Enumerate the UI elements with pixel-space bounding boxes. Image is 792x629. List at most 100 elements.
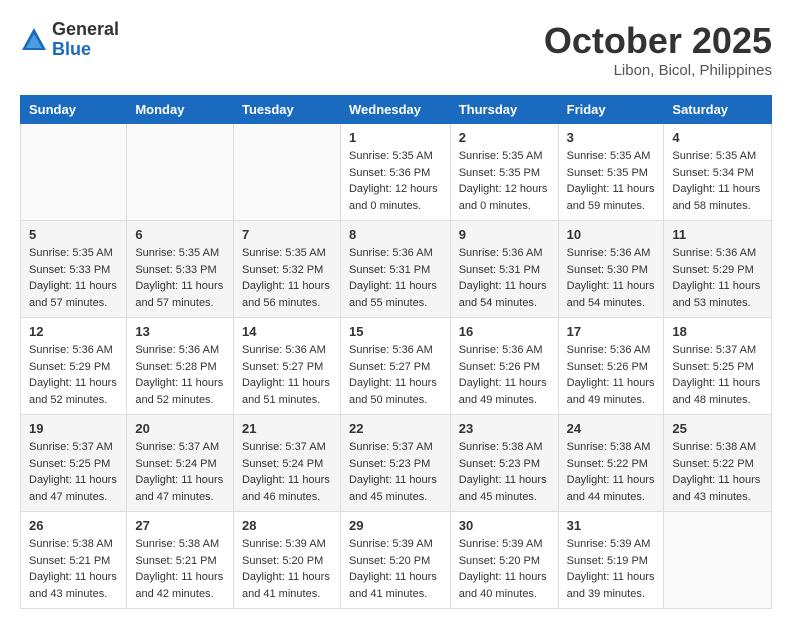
day-number-8: 8	[349, 227, 442, 242]
header-sunday: Sunday	[21, 96, 127, 124]
day-info-23: Sunrise: 5:38 AMSunset: 5:23 PMDaylight:…	[459, 439, 550, 505]
day-number-14: 14	[242, 324, 332, 339]
day-number-22: 22	[349, 421, 442, 436]
calendar-cell-w1-d2: 7 Sunrise: 5:35 AMSunset: 5:32 PMDaylight…	[233, 221, 340, 318]
day-info-16: Sunrise: 5:36 AMSunset: 5:26 PMDaylight:…	[459, 342, 550, 408]
day-number-31: 31	[567, 518, 656, 533]
day-number-24: 24	[567, 421, 656, 436]
calendar-cell-w0-d5: 3Sunrise: 5:35 AMSunset: 5:35 PMDaylight…	[558, 124, 664, 221]
calendar-cell-w4-d3: 29Sunrise: 5:39 AMSunset: 5:20 PMDayligh…	[340, 512, 450, 609]
day-number-10: 10	[567, 227, 656, 242]
header-wednesday: Wednesday	[340, 96, 450, 124]
day-info-19: Sunrise: 5:37 AMSunset: 5:25 PMDaylight:…	[29, 439, 118, 505]
day-info-31: Sunrise: 5:39 AMSunset: 5:19 PMDaylight:…	[567, 536, 656, 602]
calendar-cell-w0-d1	[127, 124, 234, 221]
day-info-15: Sunrise: 5:36 AMSunset: 5:27 PMDaylight:…	[349, 342, 442, 408]
month-title: October 2025	[544, 20, 772, 62]
day-info-10: Sunrise: 5:36 AMSunset: 5:30 PMDaylight:…	[567, 245, 656, 311]
day-info-5: Sunrise: 5:35 AMSunset: 5:33 PMDaylight:…	[29, 245, 118, 311]
calendar-cell-w3-d1: 20 Sunrise: 5:37 AMSunset: 5:24 PMDayligh…	[127, 415, 234, 512]
day-info-21: Sunrise: 5:37 AMSunset: 5:24 PMDaylight:…	[242, 439, 332, 505]
week-row-1: 5Sunrise: 5:35 AMSunset: 5:33 PMDaylight…	[21, 221, 772, 318]
day-number-3: 3	[567, 130, 656, 145]
day-info-7: Sunrise: 5:35 AMSunset: 5:32 PMDaylight:…	[242, 245, 332, 311]
day-info-13: Sunrise: 5:36 AMSunset: 5:28 PMDaylight:…	[135, 342, 225, 408]
day-info-18: Sunrise: 5:37 AMSunset: 5:25 PMDaylight:…	[672, 342, 763, 408]
calendar-cell-w4-d6	[664, 512, 772, 609]
calendar-cell-w1-d1: 6 Sunrise: 5:35 AMSunset: 5:33 PMDaylight…	[127, 221, 234, 318]
logo-icon	[20, 26, 48, 54]
day-number-4: 4	[672, 130, 763, 145]
day-info-24: Sunrise: 5:38 AMSunset: 5:22 PMDaylight:…	[567, 439, 656, 505]
day-number-12: 12	[29, 324, 118, 339]
day-number-7: 7	[242, 227, 332, 242]
calendar-cell-w4-d0: 26 Sunrise: 5:38 AMSunset: 5:21 PMDayligh…	[21, 512, 127, 609]
day-number-1: 1	[349, 130, 442, 145]
day-number-23: 23	[459, 421, 550, 436]
day-number-6: 6	[135, 227, 225, 242]
day-info-26: Sunrise: 5:38 AMSunset: 5:21 PMDaylight:…	[29, 536, 118, 602]
day-number-16: 16	[459, 324, 550, 339]
calendar-cell-w2-d1: 13 Sunrise: 5:36 AMSunset: 5:28 PMDayligh…	[127, 318, 234, 415]
day-info-30: Sunrise: 5:39 AMSunset: 5:20 PMDaylight:…	[459, 536, 550, 602]
logo-blue: Blue	[52, 40, 119, 60]
calendar-cell-w1-d4: 9 Sunrise: 5:36 AMSunset: 5:31 PMDaylight…	[450, 221, 558, 318]
day-info-9: Sunrise: 5:36 AMSunset: 5:31 PMDaylight:…	[459, 245, 550, 311]
calendar-cell-w2-d3: 15Sunrise: 5:36 AMSunset: 5:27 PMDayligh…	[340, 318, 450, 415]
location: Libon, Bicol, Philippines	[544, 62, 772, 79]
calendar-cell-w1-d5: 10 Sunrise: 5:36 AMSunset: 5:30 PMDayligh…	[558, 221, 664, 318]
day-number-30: 30	[459, 518, 550, 533]
header-thursday: Thursday	[450, 96, 558, 124]
title-block: October 2025 Libon, Bicol, Philippines	[544, 20, 772, 79]
calendar-cell-w0-d3: 1Sunrise: 5:35 AMSunset: 5:36 PMDaylight…	[340, 124, 450, 221]
day-number-9: 9	[459, 227, 550, 242]
day-info-6: Sunrise: 5:35 AMSunset: 5:33 PMDaylight:…	[135, 245, 225, 311]
logo: General Blue	[20, 20, 119, 60]
day-info-8: Sunrise: 5:36 AMSunset: 5:31 PMDaylight:…	[349, 245, 442, 311]
day-info-14: Sunrise: 5:36 AMSunset: 5:27 PMDaylight:…	[242, 342, 332, 408]
calendar-cell-w0-d6: 4Sunrise: 5:35 AMSunset: 5:34 PMDaylight…	[664, 124, 772, 221]
header-tuesday: Tuesday	[233, 96, 340, 124]
page-header: General Blue October 2025 Libon, Bicol, …	[20, 20, 772, 79]
calendar-table: Sunday Monday Tuesday Wednesday Thursday…	[20, 95, 772, 609]
calendar-cell-w3-d6: 25Sunrise: 5:38 AMSunset: 5:22 PMDayligh…	[664, 415, 772, 512]
calendar-cell-w3-d5: 24 Sunrise: 5:38 AMSunset: 5:22 PMDayligh…	[558, 415, 664, 512]
day-number-11: 11	[672, 227, 763, 242]
day-info-12: Sunrise: 5:36 AMSunset: 5:29 PMDaylight:…	[29, 342, 118, 408]
day-info-22: Sunrise: 5:37 AMSunset: 5:23 PMDaylight:…	[349, 439, 442, 505]
day-info-17: Sunrise: 5:36 AMSunset: 5:26 PMDaylight:…	[567, 342, 656, 408]
calendar-cell-w3-d4: 23 Sunrise: 5:38 AMSunset: 5:23 PMDayligh…	[450, 415, 558, 512]
day-number-26: 26	[29, 518, 118, 533]
logo-general: General	[52, 20, 119, 40]
calendar-cell-w0-d4: 2 Sunrise: 5:35 AMSunset: 5:35 PMDaylight…	[450, 124, 558, 221]
weekday-header-row: Sunday Monday Tuesday Wednesday Thursday…	[21, 96, 772, 124]
calendar-cell-w4-d1: 27Sunrise: 5:38 AMSunset: 5:21 PMDayligh…	[127, 512, 234, 609]
calendar-cell-w0-d2	[233, 124, 340, 221]
calendar-cell-w2-d2: 14 Sunrise: 5:36 AMSunset: 5:27 PMDayligh…	[233, 318, 340, 415]
calendar-cell-w2-d6: 18 Sunrise: 5:37 AMSunset: 5:25 PMDayligh…	[664, 318, 772, 415]
calendar-cell-w2-d5: 17 Sunrise: 5:36 AMSunset: 5:26 PMDayligh…	[558, 318, 664, 415]
header-monday: Monday	[127, 96, 234, 124]
calendar-cell-w1-d0: 5Sunrise: 5:35 AMSunset: 5:33 PMDaylight…	[21, 221, 127, 318]
day-info-20: Sunrise: 5:37 AMSunset: 5:24 PMDaylight:…	[135, 439, 225, 505]
day-number-2: 2	[459, 130, 550, 145]
day-info-27: Sunrise: 5:38 AMSunset: 5:21 PMDaylight:…	[135, 536, 225, 602]
calendar-cell-w4-d4: 30 Sunrise: 5:39 AMSunset: 5:20 PMDayligh…	[450, 512, 558, 609]
day-number-13: 13	[135, 324, 225, 339]
calendar-cell-w1-d6: 11Sunrise: 5:36 AMSunset: 5:29 PMDayligh…	[664, 221, 772, 318]
calendar-cell-w3-d0: 19Sunrise: 5:37 AMSunset: 5:25 PMDayligh…	[21, 415, 127, 512]
day-info-28: Sunrise: 5:39 AMSunset: 5:20 PMDaylight:…	[242, 536, 332, 602]
calendar-cell-w1-d3: 8 Sunrise: 5:36 AMSunset: 5:31 PMDaylight…	[340, 221, 450, 318]
calendar-cell-w2-d4: 16 Sunrise: 5:36 AMSunset: 5:26 PMDayligh…	[450, 318, 558, 415]
week-row-2: 12 Sunrise: 5:36 AMSunset: 5:29 PMDayligh…	[21, 318, 772, 415]
calendar-cell-w4-d2: 28 Sunrise: 5:39 AMSunset: 5:20 PMDayligh…	[233, 512, 340, 609]
calendar-cell-w3-d2: 21Sunrise: 5:37 AMSunset: 5:24 PMDayligh…	[233, 415, 340, 512]
day-number-18: 18	[672, 324, 763, 339]
day-number-17: 17	[567, 324, 656, 339]
day-number-28: 28	[242, 518, 332, 533]
logo-text: General Blue	[52, 20, 119, 60]
day-number-20: 20	[135, 421, 225, 436]
calendar-cell-w0-d0	[21, 124, 127, 221]
calendar-cell-w2-d0: 12 Sunrise: 5:36 AMSunset: 5:29 PMDayligh…	[21, 318, 127, 415]
day-info-2: Sunrise: 5:35 AMSunset: 5:35 PMDaylight:…	[459, 148, 550, 214]
